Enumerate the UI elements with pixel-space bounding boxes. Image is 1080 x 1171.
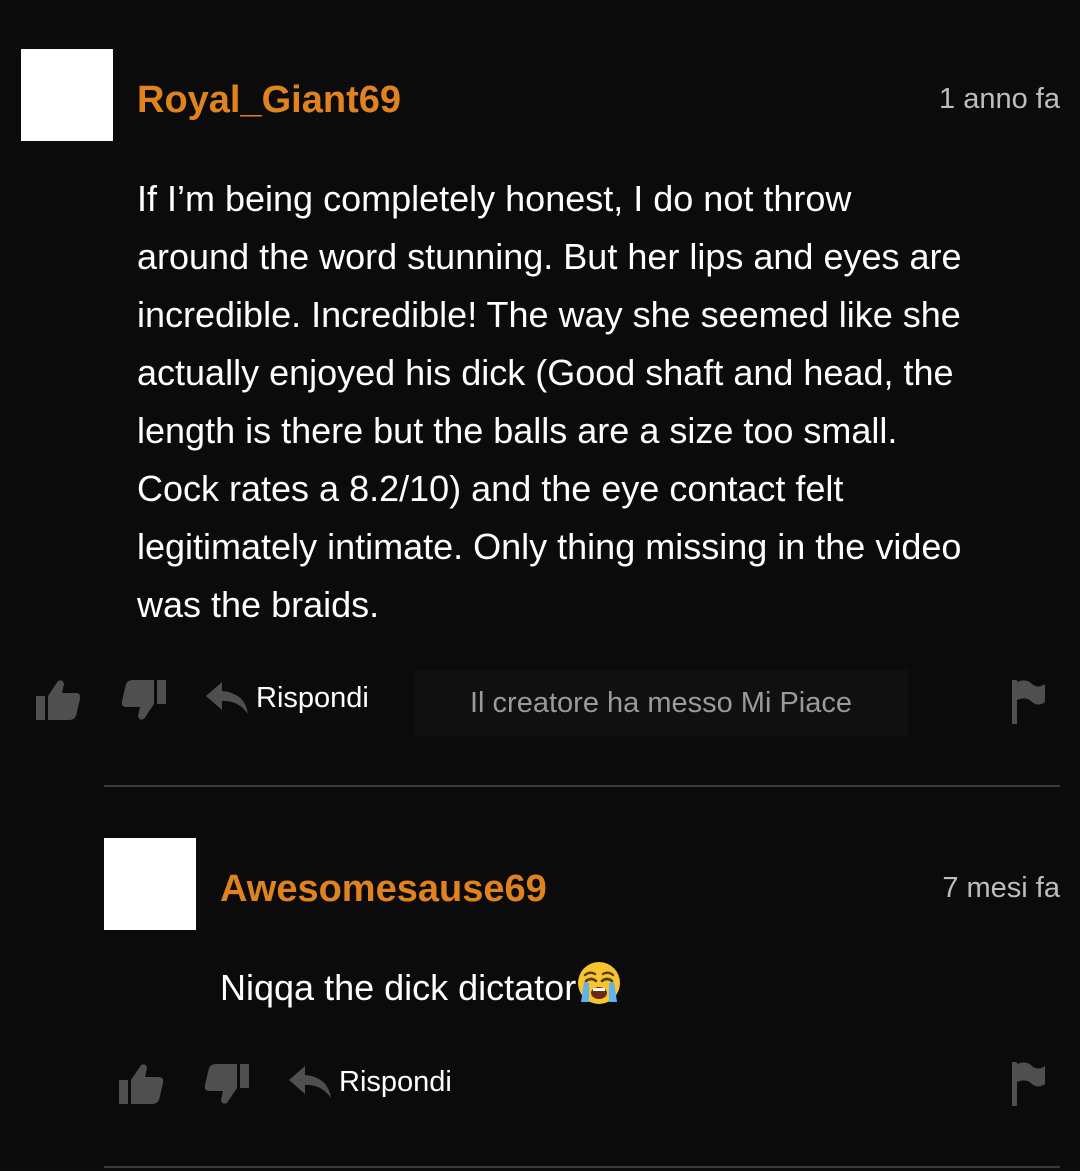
like-button[interactable] [34,678,84,722]
thumbs-up-icon [119,1064,164,1104]
comment-text-line: Niqqa the dick dictator [220,967,577,1008]
avatar[interactable] [104,838,196,930]
comment-text-line: If I’m being completely honest, I do not… [137,178,852,219]
flag-icon [1012,1062,1045,1106]
comment-text: If I’m being completely honest, I do not… [137,170,962,634]
comment-text-line: Cock rates a 8.2/10) and the eye contact… [137,468,844,509]
timestamp: 7 mesi fa [942,872,1060,904]
reply-arrow-icon [206,682,248,714]
crying-face-emoji [576,960,622,1023]
thumbs-down-icon [204,1064,249,1104]
comment-text-line: incredible. Incredible! The way she seem… [137,294,961,335]
timestamp: 1 anno fa [939,83,1060,115]
comment-text-line: around the word stunning. But her lips a… [137,236,962,277]
divider [104,1166,1060,1168]
report-button[interactable] [1008,1060,1058,1106]
reply-button[interactable]: Rispondi [287,1064,452,1100]
flag-icon [1012,680,1045,724]
avatar[interactable] [21,49,113,141]
creator-like-badge: Il creatore ha messo Mi Piace [414,670,908,736]
comment-text-line: actually enjoyed his dick (Good shaft an… [137,352,954,393]
comment-text-line: length is there but the balls are a size… [137,410,898,451]
thumbs-up-icon [36,680,81,720]
reply-label: Rispondi [339,1065,452,1098]
dislike-button[interactable] [118,678,168,722]
thumbs-down-icon [121,680,166,720]
divider [104,785,1060,787]
report-button[interactable] [1008,678,1058,724]
reply-button[interactable]: Rispondi [204,680,369,716]
like-button[interactable] [117,1062,167,1106]
comment-text-line: legitimately intimate. Only thing missin… [137,526,962,567]
reply-arrow-icon [289,1066,331,1098]
username[interactable]: Awesomesause69 [220,870,547,908]
reply-label: Rispondi [256,681,369,714]
dislike-button[interactable] [201,1062,251,1106]
username[interactable]: Royal_Giant69 [137,81,401,119]
comment-text-line: was the braids. [137,584,380,625]
comment-text: Niqqa the dick dictator [220,959,622,1023]
